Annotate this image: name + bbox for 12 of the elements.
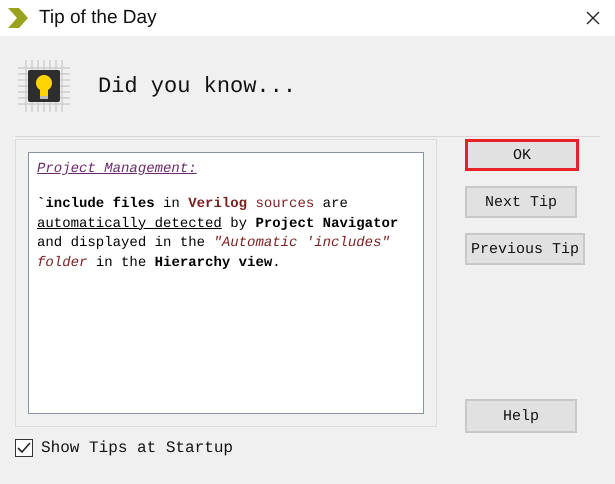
- tip-heading: Project Management:: [37, 161, 198, 177]
- lightbulb-chip-icon: [18, 60, 70, 112]
- help-button[interactable]: Help: [465, 399, 577, 433]
- checkbox-label: Show Tips at Startup: [41, 439, 234, 457]
- dialog-button[interactable]: Previous Tip: [465, 233, 585, 265]
- window-title: Tip of the Day: [39, 7, 158, 29]
- close-icon: [586, 11, 600, 25]
- tip-text: `include files in Verilog sources are automatically detected by Project Navigator and displayed in the "Automatic 'includes" folder in the Hierarchy view.: [37, 195, 400, 272]
- dialog-button[interactable]: Next Tip: [465, 186, 577, 218]
- header-text: Did you know...: [98, 74, 296, 98]
- checkbox[interactable]: [15, 439, 33, 457]
- dialog-button[interactable]: OK: [465, 139, 579, 171]
